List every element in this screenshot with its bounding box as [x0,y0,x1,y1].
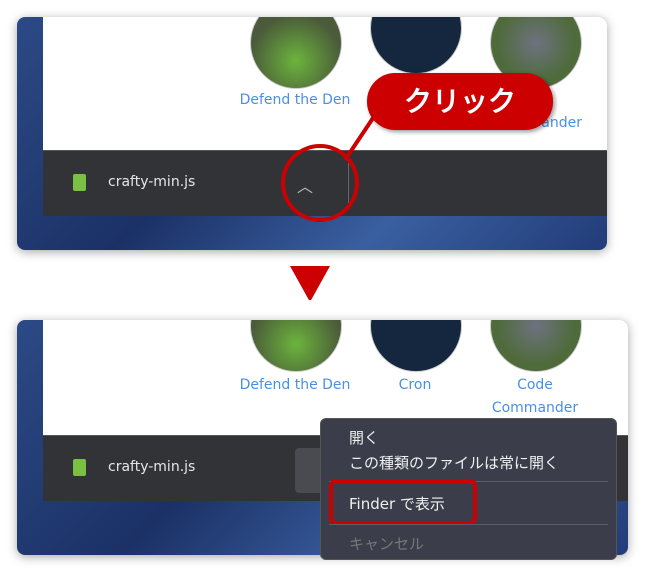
game-thumb-cron[interactable] [370,320,462,372]
down-arrow-icon [290,266,330,300]
game-thumb-code-commander[interactable] [490,320,582,372]
js-file-icon [73,459,86,476]
game-caption[interactable]: Commander [460,400,610,416]
menu-separator [329,524,608,525]
menu-item-always-open[interactable]: この種類のファイルは常に開く [349,452,559,473]
menu-item-open[interactable]: 開く [349,427,379,448]
game-thumb-defend-the-den[interactable] [250,320,342,372]
highlight-box [329,479,477,525]
callout-label: クリック [367,73,553,130]
highlight-circle [281,144,359,222]
annotation-layer [281,113,377,300]
game-caption[interactable]: Code [460,377,610,393]
callout-pointer [343,113,377,162]
menu-item-cancel: キャンセル [349,535,425,553]
download-filename[interactable]: crafty-min.js [108,459,195,475]
download-context-menu: 開く この種類のファイルは常に開く Finder で表示 キャンセル [320,418,617,560]
